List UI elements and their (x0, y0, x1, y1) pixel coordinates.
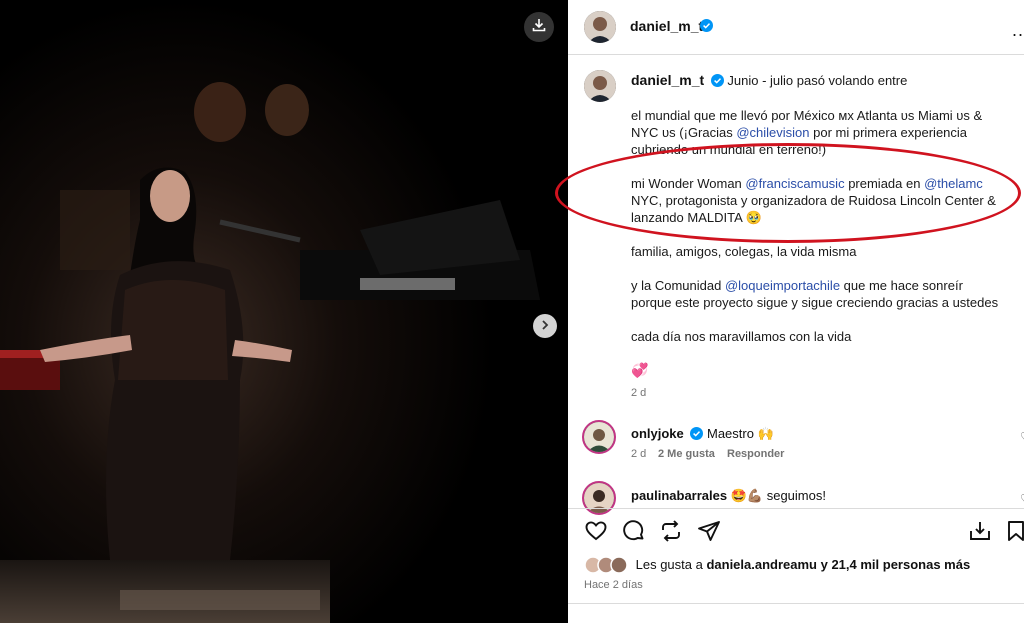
download-button[interactable] (524, 12, 554, 42)
concert-photo (0, 0, 568, 623)
verified-icon (710, 74, 724, 91)
caption-line: mi Wonder Woman @franciscamusic premiada… (631, 175, 983, 192)
caption-line: el mundial que me llevó por México ᴍx At… (631, 108, 983, 123)
post-header: daniel_m_t ... (568, 0, 1024, 55)
comment-text: Maestro 🙌 (707, 426, 774, 441)
share-icon[interactable] (697, 519, 721, 543)
caption-line: NYC ᴜs (¡Gracias @chilevision por mi pri… (631, 124, 967, 141)
likes-count[interactable]: y 21,4 mil personas más (817, 557, 971, 572)
caption-line: porque este proyecto sigue y sigue creci… (631, 295, 999, 310)
verified-icon (690, 427, 704, 444)
caption-text: Junio - julio pasó volando entre (727, 73, 908, 88)
caption-time[interactable]: 2 d (631, 387, 646, 399)
likes-text: Les gusta a (635, 557, 707, 572)
mention-link[interactable]: @loqueimportachile (725, 278, 840, 293)
comment-like-icon[interactable]: ♡ (1020, 492, 1024, 506)
comment-username[interactable]: paulinabarrales (631, 488, 727, 503)
chevron-right-icon (540, 317, 550, 335)
mention-link[interactable]: @thelamc (924, 176, 983, 191)
comment-text: 🤩💪🏽 seguimos! (730, 488, 826, 503)
like-icon[interactable] (584, 519, 608, 543)
caption-line: lanzando MALDITA 🥹 (631, 210, 762, 225)
caption-text: mi Wonder Woman (631, 176, 746, 191)
save-to-collection-icon[interactable] (968, 519, 992, 543)
likes-summary: Les gusta a daniela.andreamu y 21,4 mil … (584, 556, 970, 574)
download-icon (532, 18, 546, 37)
caption-text: NYC ᴜs (¡Gracias (631, 125, 737, 140)
reply-button[interactable]: Responder (727, 448, 784, 460)
comment-avatar[interactable] (582, 420, 616, 454)
caption-avatar[interactable] (584, 70, 616, 102)
mention-link[interactable]: @franciscamusic (745, 176, 844, 191)
liker-avatars (584, 556, 632, 574)
avatar[interactable] (584, 11, 616, 43)
comment-line: onlyjoke Maestro 🙌 (631, 425, 774, 444)
caption-text: y la Comunidad (631, 278, 725, 293)
comment-username[interactable]: onlyjoke (631, 426, 684, 441)
next-photo-button[interactable] (533, 314, 557, 338)
caption-line: cada día nos maravillamos con la vida (631, 329, 852, 344)
more-options-button[interactable]: ... (1012, 20, 1024, 41)
caption-line: NYC, protagonista y organizadora de Ruid… (631, 193, 996, 208)
comment-time: 2 d (631, 448, 647, 460)
mention-link[interactable]: @chilevision (736, 125, 809, 140)
post-panel: daniel_m_t ... daniel_m_t Junio - julio … (568, 0, 1024, 623)
header-username[interactable]: daniel_m_t (630, 18, 703, 34)
comment-icon[interactable] (622, 519, 646, 543)
divider (568, 603, 1024, 604)
comment-line: paulinabarrales 🤩💪🏽 seguimos! (631, 487, 826, 504)
bookmark-icon[interactable] (1004, 519, 1024, 543)
post-date: Hace 2 días (584, 579, 643, 591)
caption-line: y la Comunidad @loqueimportachile que me… (631, 277, 963, 294)
caption-line: cubriendo un mundial en terreno!) (631, 142, 827, 157)
caption-emoji: 💞 (631, 362, 649, 378)
post-photo (0, 0, 568, 623)
caption-text: por mi primera experiencia (809, 125, 968, 140)
liker-username[interactable]: daniela.andreamu (706, 557, 817, 572)
action-bar (568, 508, 1024, 549)
comment-like-icon[interactable]: ♡ (1020, 430, 1024, 444)
comment-likes[interactable]: 2 Me gusta (658, 448, 715, 460)
caption-text: premiada en (844, 176, 925, 191)
caption-line: familia, amigos, colegas, la vida misma (631, 244, 857, 259)
caption-text: que me hace sonreír (840, 278, 963, 293)
verified-icon (700, 19, 713, 37)
caption-first-line: daniel_m_t Junio - julio pasó volando en… (631, 72, 907, 91)
repost-icon[interactable] (659, 519, 683, 543)
caption-username[interactable]: daniel_m_t (631, 72, 704, 88)
